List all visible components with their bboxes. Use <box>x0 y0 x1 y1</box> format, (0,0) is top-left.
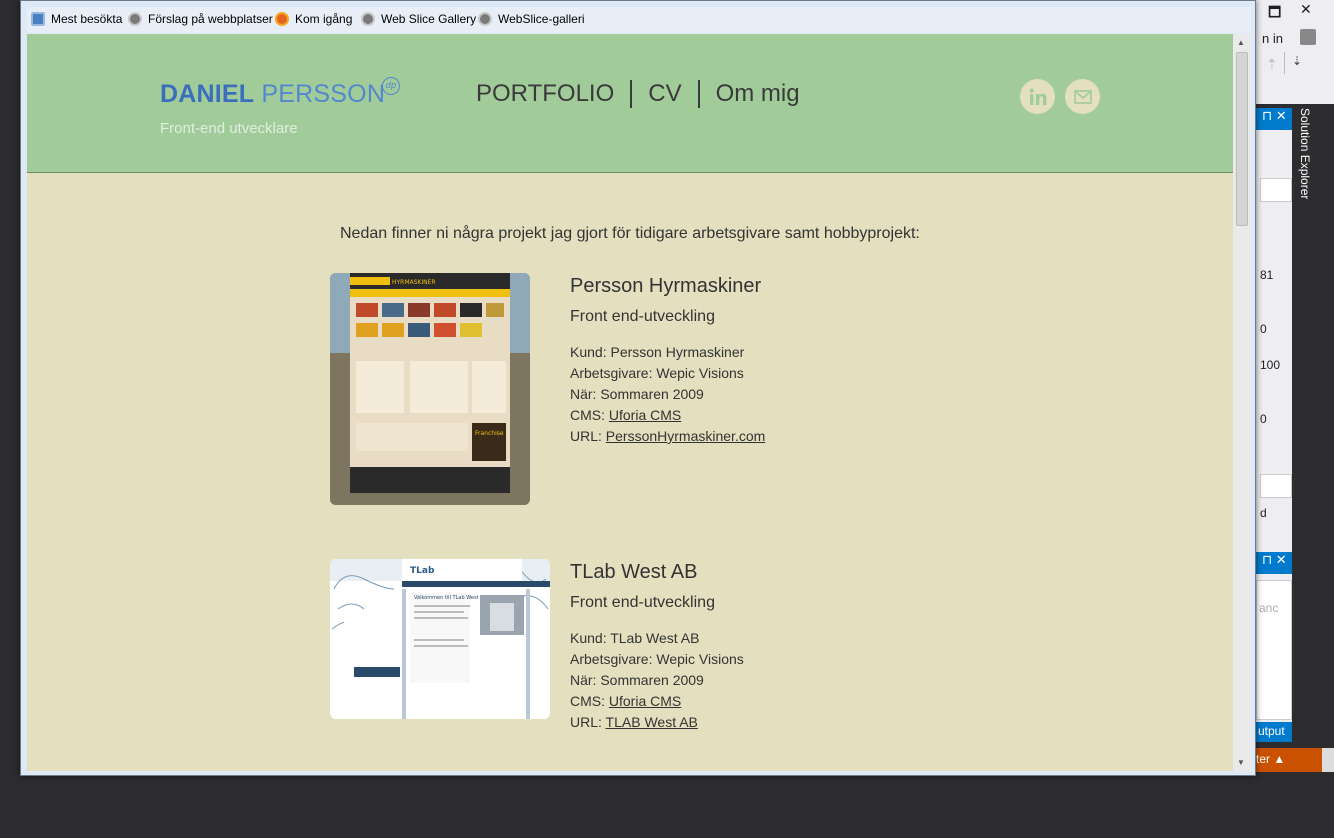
ide-status-edge <box>1322 748 1334 772</box>
panel-value: 0 <box>1260 322 1267 336</box>
thumb-welcome: Välkommen till TLab West <box>414 595 479 601</box>
project-cms: CMS: Uforia CMS <box>570 691 744 712</box>
globe-icon <box>478 12 492 26</box>
bookmark-webslice-galleri[interactable]: WebSlice-galleri <box>478 12 584 26</box>
site-tagline: Front-end utvecklare <box>160 120 298 137</box>
globe-icon <box>128 12 142 26</box>
site-header: DANIEL PERSSON dp Front-end utvecklare P… <box>27 34 1233 173</box>
bookmarks-bar: Mest besökta Förslag på webbplatser Kom … <box>27 7 1251 33</box>
bookmark-label: Kom igång <box>295 12 353 26</box>
firefox-icon <box>275 12 289 26</box>
ide-properties-panel: ⊓ ✕ 81 0 100 0 d ⊓ ✕ anc utput <box>1256 108 1292 742</box>
account-icon[interactable] <box>1300 29 1316 45</box>
project-cms: CMS: Uforia CMS <box>570 405 765 426</box>
bookmark-label: WebSlice-galleri <box>498 12 585 26</box>
bookmark-most-visited[interactable]: Mest besökta <box>31 12 122 26</box>
project-when: När: Sommaren 2009 <box>570 386 704 402</box>
cms-link[interactable]: Uforia CMS <box>609 693 681 709</box>
panel-text: d <box>1260 506 1267 520</box>
site-logo[interactable]: DANIEL PERSSON dp <box>160 77 400 109</box>
bookmark-label: Mest besökta <box>51 12 123 26</box>
linkedin-icon <box>1029 88 1046 105</box>
panel-value: 100 <box>1260 358 1281 372</box>
scroll-up-icon[interactable]: ▲ <box>1237 38 1245 47</box>
panel-value: 0 <box>1260 412 1267 426</box>
project-screenshot-image: TLab Välkommen till TLab West <box>330 559 550 719</box>
project-client: Kund: Persson Hyrmaskiner <box>570 344 745 360</box>
browser-window: Mest besökta Förslag på webbplatser Kom … <box>20 0 1256 776</box>
project-url: URL: PerssonHyrmaskiner.com <box>570 426 765 447</box>
panel-header: ⊓ ✕ <box>1256 552 1292 574</box>
project-details: Kund: TLab West AB Arbetsgivare: Wepic V… <box>570 628 744 733</box>
vertical-scrollbar[interactable]: ▲ ▼ <box>1233 34 1251 771</box>
globe-icon <box>361 12 375 26</box>
linkedin-button[interactable] <box>1020 79 1055 114</box>
panel-header: ⊓ ✕ <box>1256 108 1292 130</box>
thumb-franchise: Franchise <box>475 430 504 437</box>
panel-value: 81 <box>1260 268 1274 282</box>
project-employer: Arbetsgivare: Wepic Visions <box>570 651 744 667</box>
email-button[interactable] <box>1065 79 1100 114</box>
cms-label: CMS: <box>570 693 609 709</box>
signin-label[interactable]: n in <box>1262 31 1283 46</box>
project-title: Persson Hyrmaskiner <box>570 275 762 297</box>
project-when: När: Sommaren 2009 <box>570 672 704 688</box>
url-label: URL: <box>570 714 606 730</box>
project-employer: Arbetsgivare: Wepic Visions <box>570 365 744 381</box>
thumb-brand: TLab <box>410 566 435 576</box>
project-details: Kund: Persson Hyrmaskiner Arbetsgivare: … <box>570 342 765 447</box>
project-client: Kund: TLab West AB <box>570 630 700 646</box>
project-info: TLab West AB Front end-utveckling Kund: … <box>570 559 744 733</box>
web-page: DANIEL PERSSON dp Front-end utvecklare P… <box>27 34 1233 771</box>
toolbar-divider <box>1284 52 1285 74</box>
up-arrow-icon[interactable]: ⇡ <box>1266 56 1278 73</box>
logo-mark: dp <box>382 77 400 95</box>
thumb-brand: HYRMASKINER <box>392 279 436 286</box>
email-icon <box>1073 89 1092 104</box>
maximize-icon[interactable]: 🗖 <box>1268 2 1281 26</box>
logo-first-name: DANIEL <box>160 80 255 108</box>
portfolio-intro: Nedan finner ni några projekt jag gjort … <box>340 225 920 242</box>
project-subtitle: Front end-utveckling <box>570 594 715 611</box>
cms-link[interactable]: Uforia CMS <box>609 407 681 423</box>
project-screenshot-image: HYRMASKINER Franchise <box>330 273 530 505</box>
bookmark-getting-started[interactable]: Kom igång <box>275 12 352 26</box>
nav-cv[interactable]: CV <box>632 80 697 108</box>
scrollbar-thumb[interactable] <box>1236 52 1248 226</box>
solution-explorer-tab[interactable]: Solution Explorer <box>1298 108 1312 199</box>
url-link[interactable]: TLAB West AB <box>606 714 698 730</box>
nav-about[interactable]: Om mig <box>700 80 816 108</box>
main-nav: PORTFOLIO CV Om mig <box>476 80 816 108</box>
output-area: anc <box>1256 580 1292 720</box>
bookmark-label: Förslag på webbplatser <box>148 12 273 26</box>
nav-portfolio[interactable]: PORTFOLIO <box>476 80 630 108</box>
cms-label: CMS: <box>570 407 609 423</box>
project-info: Persson Hyrmaskiner Front end-utveckling… <box>570 273 765 447</box>
project-url: URL: TLAB West AB <box>570 712 744 733</box>
url-link[interactable]: PerssonHyrmaskiner.com <box>606 428 766 444</box>
project-subtitle: Front end-utveckling <box>570 308 715 325</box>
scroll-down-icon[interactable]: ▼ <box>1237 758 1245 767</box>
bookmark-suggested-sites[interactable]: Förslag på webbplatser <box>128 12 273 26</box>
bookmark-web-slice-gallery[interactable]: Web Slice Gallery <box>361 12 476 26</box>
logo-last-name: PERSSON <box>261 80 386 108</box>
ide-side-tabs: Solution Explorer <box>1294 104 1318 744</box>
project-thumbnail[interactable]: TLab Välkommen till TLab West <box>330 559 550 719</box>
close-icon[interactable]: ✕ <box>1300 2 1312 18</box>
down-arrow-icon[interactable]: ⇣ <box>1292 54 1302 68</box>
search-dropdown[interactable] <box>1260 474 1292 498</box>
url-label: URL: <box>570 428 606 444</box>
most-visited-icon <box>31 12 45 26</box>
project-title: TLab West AB <box>570 561 698 583</box>
output-tab[interactable]: utput <box>1256 722 1292 742</box>
panel-input[interactable] <box>1260 178 1292 202</box>
project-thumbnail[interactable]: HYRMASKINER Franchise <box>330 273 530 505</box>
bookmark-label: Web Slice Gallery <box>381 12 477 26</box>
